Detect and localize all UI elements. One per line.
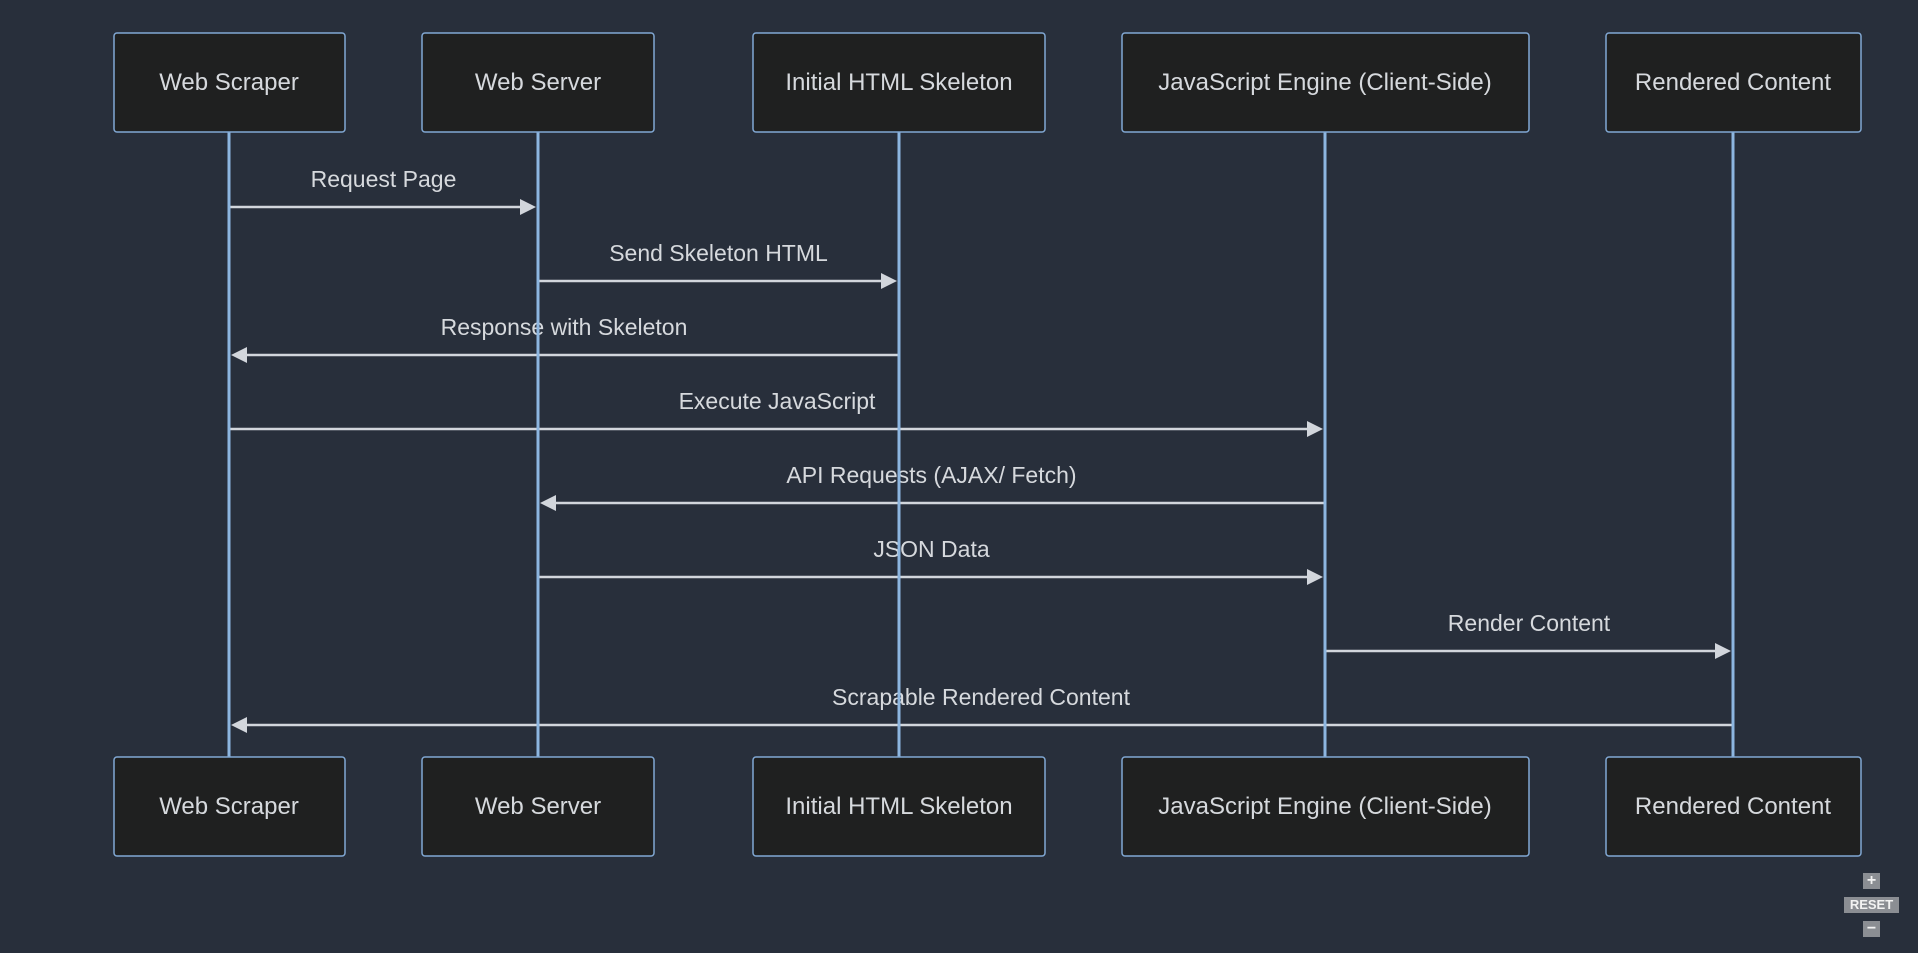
sequence-diagram: Request Page Send Skeleton HTML Response w… xyxy=(113,32,1862,857)
message-label: Request Page xyxy=(311,166,457,192)
actors-layer: Web Scraper Web Scraper Web Server Web Serv… xyxy=(113,32,1862,857)
lifelines-layer xyxy=(227,132,1735,757)
message-label: API Requests (AJAX/ Fetch) xyxy=(786,462,1076,488)
zoom-in-button[interactable]: + xyxy=(1863,873,1880,889)
arrowhead-icon xyxy=(231,717,247,733)
actor-label: JavaScript Engine (Client-Side) xyxy=(1158,69,1491,96)
message-7: Render Content xyxy=(1325,610,1731,659)
message-label: Response with Skeleton xyxy=(441,314,688,340)
reset-zoom-button[interactable]: RESET xyxy=(1844,897,1899,913)
message-label: Execute JavaScript xyxy=(679,388,876,414)
arrowhead-icon xyxy=(231,347,247,363)
message-label: Render Content xyxy=(1448,610,1611,636)
message-label: Send Skeleton HTML xyxy=(609,240,828,266)
arrowhead-icon xyxy=(1715,643,1731,659)
message-label: JSON Data xyxy=(873,536,990,562)
actor-top-js[interactable]: JavaScript Engine (Client-Side) xyxy=(1121,32,1530,133)
actor-bottom-skeleton[interactable]: Initial HTML Skeleton xyxy=(752,756,1046,857)
message-8: Scrapable Rendered Content xyxy=(231,684,1733,733)
actor-label: Initial HTML Skeleton xyxy=(785,793,1012,820)
actor-bottom-server[interactable]: Web Server xyxy=(421,756,655,857)
messages-layer: Request Page Send Skeleton HTML Response w… xyxy=(229,166,1733,733)
message-1: Request Page xyxy=(229,166,536,215)
actor-top-server[interactable]: Web Server xyxy=(421,32,655,133)
arrowhead-icon xyxy=(540,495,556,511)
message-2: Send Skeleton HTML xyxy=(538,240,897,289)
actor-label: Rendered Content xyxy=(1635,69,1831,96)
actor-label: Rendered Content xyxy=(1635,793,1831,820)
zoom-out-button[interactable]: − xyxy=(1863,921,1880,937)
actor-label: Web Scraper xyxy=(159,69,299,96)
arrowhead-icon xyxy=(520,199,536,215)
message-4: Execute JavaScript xyxy=(229,388,1323,437)
arrowhead-icon xyxy=(1307,569,1323,585)
message-5: API Requests (AJAX/ Fetch) xyxy=(540,462,1325,511)
arrowhead-icon xyxy=(1307,421,1323,437)
actor-label: Web Server xyxy=(475,793,601,820)
actor-top-skeleton[interactable]: Initial HTML Skeleton xyxy=(752,32,1046,133)
actor-top-rendered[interactable]: Rendered Content xyxy=(1605,32,1862,133)
message-label: Scrapable Rendered Content xyxy=(832,684,1131,710)
actor-bottom-rendered[interactable]: Rendered Content xyxy=(1605,756,1862,857)
actor-bottom-scraper[interactable]: Web Scraper xyxy=(113,756,346,857)
actor-label: Web Server xyxy=(475,69,601,96)
actor-label: Initial HTML Skeleton xyxy=(785,69,1012,96)
actor-top-scraper[interactable]: Web Scraper xyxy=(113,32,346,133)
message-3: Response with Skeleton xyxy=(231,314,899,363)
actor-label: Web Scraper xyxy=(159,793,299,820)
actor-label: JavaScript Engine (Client-Side) xyxy=(1158,793,1491,820)
arrowhead-icon xyxy=(881,273,897,289)
message-6: JSON Data xyxy=(538,536,1323,585)
actor-bottom-js[interactable]: JavaScript Engine (Client-Side) xyxy=(1121,756,1530,857)
